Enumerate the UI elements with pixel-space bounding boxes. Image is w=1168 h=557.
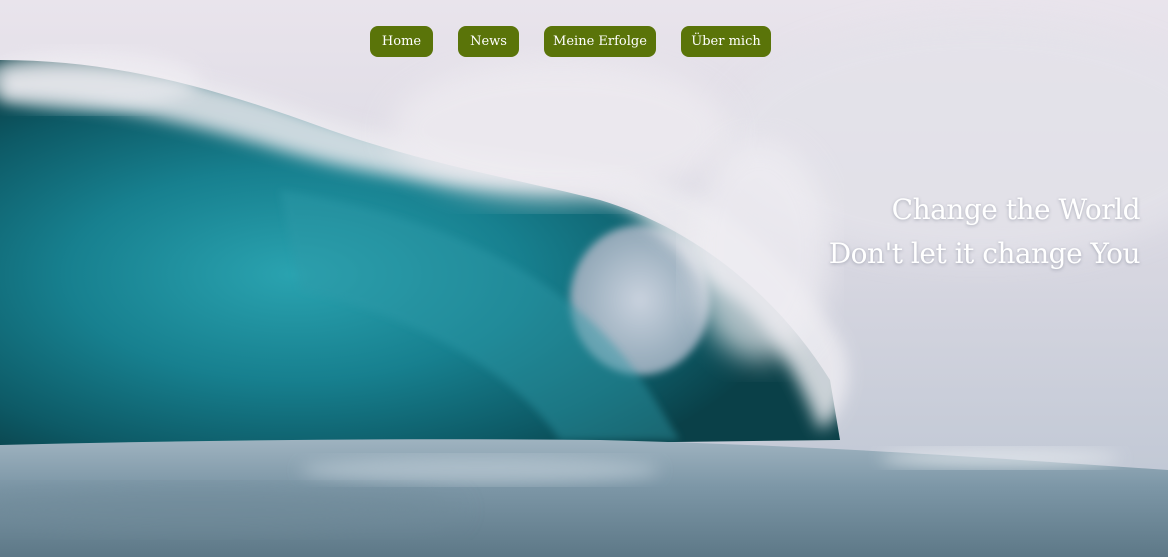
nav-home-button[interactable]: Home — [370, 26, 433, 57]
nav-news-button[interactable]: News — [458, 26, 519, 57]
hero-section: Home News Meine Erfolge Über mich Change… — [0, 0, 1168, 557]
nav-meine-erfolge-button[interactable]: Meine Erfolge — [544, 26, 656, 57]
tagline-line-1: Change the World — [891, 193, 1141, 226]
main-navigation: Home News Meine Erfolge Über mich — [0, 26, 1168, 57]
hero-tagline: Change the World Don't let it change You — [828, 188, 1141, 276]
ocean-wave-background — [0, 0, 1168, 557]
tagline-line-2: Don't let it change You — [828, 237, 1141, 270]
nav-ueber-mich-button[interactable]: Über mich — [681, 26, 771, 57]
